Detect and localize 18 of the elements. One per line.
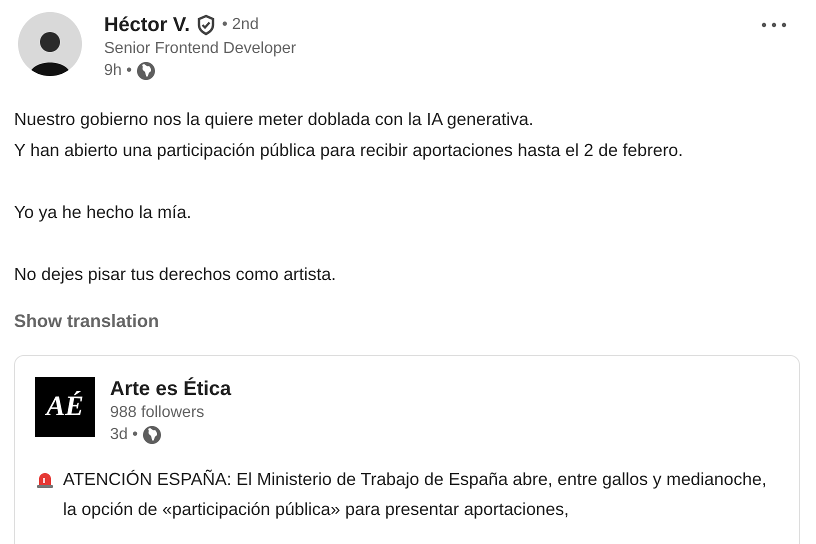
page-logo[interactable]: AÉ bbox=[35, 377, 95, 437]
show-translation-link[interactable]: Show translation bbox=[14, 308, 160, 334]
globe-icon bbox=[142, 425, 162, 445]
verified-shield-icon bbox=[196, 14, 216, 36]
author-name[interactable]: Héctor V. bbox=[104, 12, 190, 38]
post-time: 9h • bbox=[104, 61, 132, 81]
post-paragraph: No dejes pisar tus derechos como artista. bbox=[14, 263, 337, 286]
connection-degree: • 2nd bbox=[222, 15, 259, 35]
author-headline: Senior Frontend Developer bbox=[104, 39, 296, 59]
globe-icon bbox=[136, 61, 156, 81]
ellipsis-icon bbox=[761, 22, 787, 28]
page-name[interactable]: Arte es Ética bbox=[110, 377, 232, 402]
shared-post-time: 3d • bbox=[110, 425, 138, 445]
follower-count: 988 followers bbox=[110, 403, 206, 423]
shared-post-text: ATENCIÓN ESPAÑA: El Ministerio de Trabajo de España abre, entre gallos y medianoche, la opción de «participación pública» para presentar aportaciones, bbox=[63, 468, 768, 521]
post-paragraph: Nuestro gobierno nos la quiere meter doblada con la IA generativa. Y han abierto una participación pública para recibir aportaciones hasta el 2 de febrero. bbox=[14, 108, 684, 162]
post-paragraph: Yo ya he hecho la mía. bbox=[14, 201, 192, 224]
shared-post-card[interactable]: AÉ Arte es Ética 988 followers 3d • ATENCIÓN ESPAÑA: El Ministerio de Trabajo de España abre, entre gallos y medianoche, la opción de «participación pública» para presentar aportaciones, bbox=[14, 355, 800, 544]
